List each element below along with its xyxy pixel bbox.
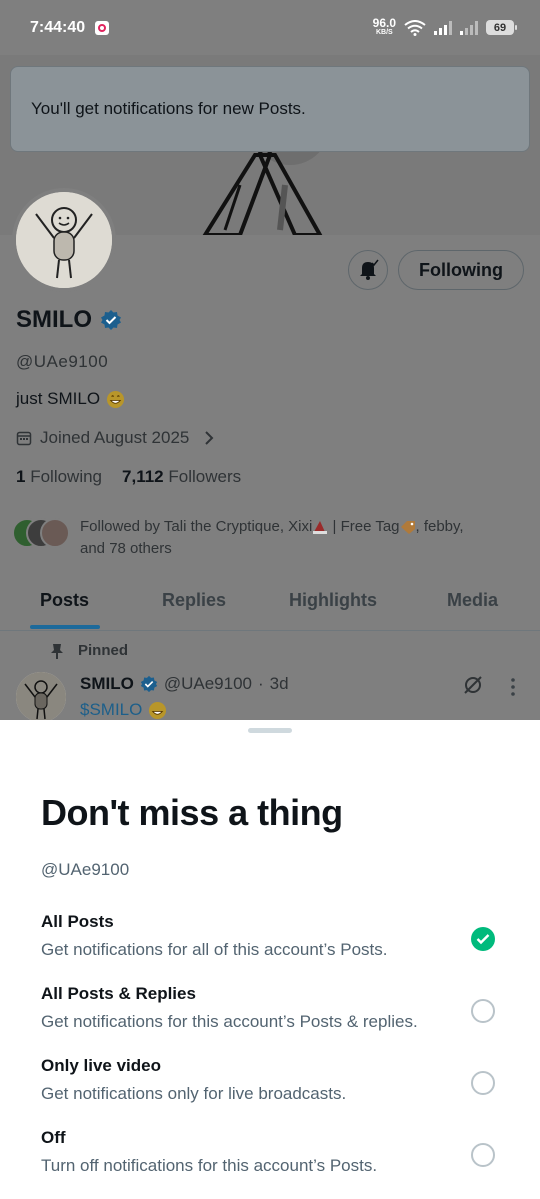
followed-by-mid: | Free Tag	[328, 518, 400, 535]
followers-label: Followers	[168, 467, 242, 486]
profile-tabs: Posts Replies Highlights Media	[0, 580, 540, 631]
followers-count-link[interactable]: 7,112 Followers	[122, 467, 241, 487]
pin-icon	[51, 643, 63, 659]
sheet-title: Don't miss a thing	[41, 792, 343, 833]
bell-check-icon	[360, 259, 379, 280]
post-header: SMILO @UAe9100 · 3d	[80, 674, 289, 694]
followed-by-line2: and 78 others	[80, 540, 172, 557]
post-age: 3d	[269, 674, 289, 693]
post-separator: ·	[258, 674, 264, 693]
network-speed: 96.0 KB/S	[372, 15, 396, 37]
notification-settings-sheet: Don't miss a thing @UAe9100 All Posts Ge…	[0, 720, 540, 1199]
radio-unselected[interactable]	[471, 999, 495, 1023]
battery-indicator: 69	[486, 20, 517, 35]
calendar-icon	[16, 431, 32, 446]
option-title: Only live video	[41, 1056, 161, 1075]
notification-bell-button[interactable]	[348, 250, 388, 290]
following-label: Following	[30, 467, 103, 486]
option-description: Get notifications for all of this accoun…	[41, 940, 388, 959]
post-author-handle[interactable]: @UAe9100	[164, 674, 252, 694]
follower-avatar	[40, 518, 70, 548]
notification-app-icon	[95, 20, 110, 35]
option-only-live-video[interactable]: Only live video Get notifications only f…	[41, 1056, 511, 1116]
active-tab-indicator	[30, 625, 100, 629]
more-options-icon[interactable]	[508, 676, 518, 698]
signal-icon-2	[460, 20, 478, 35]
following-button[interactable]: Following	[398, 250, 524, 290]
followed-by-row[interactable]: Followed by Tali the Cryptique, Xixi | F…	[12, 516, 522, 560]
status-bar: 7:44:40 96.0 KB/S 69	[0, 0, 540, 55]
followed-by-prefix: Followed by Tali the Cryptique, Xixi	[80, 518, 313, 535]
smiley-figure-icon	[16, 192, 112, 288]
profile-name: SMILO	[16, 306, 92, 333]
network-speed-unit: KB/S	[375, 28, 393, 36]
option-off[interactable]: Off Turn off notifications for this acco…	[41, 1128, 511, 1188]
tab-posts[interactable]: Posts	[40, 590, 89, 611]
radio-selected[interactable]	[471, 927, 495, 951]
option-all-posts[interactable]: All Posts Get notifications for all of t…	[41, 912, 511, 972]
option-description: Turn off notifications for this account’…	[41, 1156, 378, 1175]
follow-counts: 1 Following 7,112 Followers	[16, 467, 241, 487]
post-text: $SMILO	[80, 700, 167, 720]
verified-badge-icon	[101, 310, 121, 330]
followers-count: 7,112	[122, 467, 164, 486]
wifi-icon	[404, 19, 426, 36]
tag-emoji-icon	[400, 521, 415, 535]
option-title: All Posts & Replies	[41, 984, 196, 1003]
followed-by-text: Followed by Tali the Cryptique, Xixi | F…	[80, 516, 464, 560]
status-time: 7:44:40	[30, 18, 86, 36]
following-count-link[interactable]: 1 Following	[16, 467, 102, 487]
option-title: Off	[41, 1128, 66, 1147]
radio-unselected[interactable]	[471, 1143, 495, 1167]
sheet-handle: @UAe9100	[41, 860, 130, 879]
followed-by-suffix: , febby,	[415, 518, 464, 535]
following-count: 1	[16, 467, 26, 486]
checkmark-icon	[476, 934, 490, 945]
signal-icon	[434, 20, 452, 35]
profile-avatar[interactable]	[12, 188, 116, 292]
post-author-avatar[interactable]	[16, 672, 66, 722]
joined-date-row[interactable]: Joined August 2025	[16, 428, 215, 448]
profile-name-row: SMILO	[16, 306, 122, 334]
profile-bio: just SMILO	[16, 389, 125, 409]
tab-replies[interactable]: Replies	[162, 590, 226, 611]
grin-emoji-icon	[107, 390, 125, 408]
network-speed-value: 96.0	[372, 15, 396, 30]
option-description: Get notifications for this account’s Pos…	[41, 1012, 418, 1031]
toast-message: You'll get notifications for new Posts.	[31, 99, 306, 118]
notification-toast: You'll get notifications for new Posts.	[10, 66, 530, 152]
chevron-right-icon	[205, 431, 214, 445]
option-description: Get notifications only for live broadcas…	[41, 1084, 347, 1103]
status-left: 7:44:40	[30, 18, 110, 37]
tab-highlights[interactable]: Highlights	[289, 590, 377, 611]
sheet-drag-handle[interactable]	[248, 728, 292, 733]
follower-avatars	[12, 518, 72, 550]
grin-emoji-icon	[149, 701, 167, 719]
radio-unselected[interactable]	[471, 1071, 495, 1095]
pinned-label-row: Pinned	[50, 642, 128, 659]
post-author-name[interactable]: SMILO	[80, 674, 134, 694]
tab-media[interactable]: Media	[447, 590, 498, 611]
profile-handle: @UAe9100	[16, 352, 109, 371]
joined-text: Joined August 2025	[40, 428, 190, 447]
verified-badge-icon	[140, 675, 158, 693]
status-right: 96.0 KB/S 69	[372, 15, 517, 37]
santa-hat-emoji-icon	[313, 521, 328, 535]
option-all-posts-replies[interactable]: All Posts & Replies Get notifications fo…	[41, 984, 511, 1044]
option-title: All Posts	[41, 912, 114, 931]
post-cashtag-link[interactable]: $SMILO	[80, 700, 142, 720]
smiley-figure-icon	[16, 672, 66, 722]
pinned-label: Pinned	[78, 642, 129, 659]
bio-text: just SMILO	[16, 389, 101, 408]
grok-icon[interactable]	[462, 674, 484, 696]
